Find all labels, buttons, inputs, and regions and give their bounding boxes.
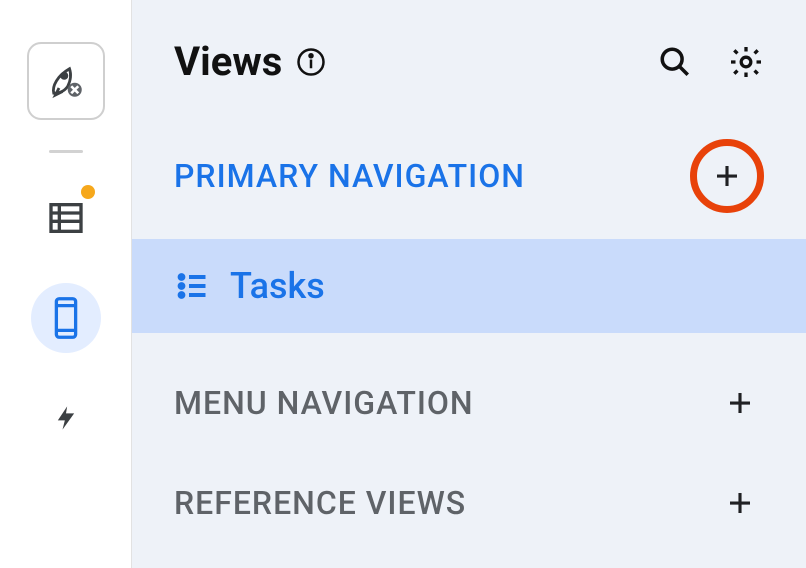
tasks-view-label: Tasks [230, 265, 325, 307]
primary-navigation-section: PRIMARY NAVIGATION [132, 113, 806, 239]
primary-navigation-label: PRIMARY NAVIGATION [174, 157, 525, 195]
bolt-icon [52, 398, 80, 438]
info-icon[interactable] [296, 47, 326, 77]
left-rail [0, 0, 132, 568]
search-icon[interactable] [658, 45, 692, 79]
highlight-circle [690, 139, 764, 213]
views-panel: Views PRIMARY NAVIGATION [132, 0, 806, 568]
rocket-button[interactable] [27, 42, 105, 120]
add-primary-view-button[interactable] [703, 152, 751, 200]
rail-data-button[interactable] [31, 183, 101, 253]
gear-icon[interactable] [728, 44, 764, 80]
panel-title: Views [174, 38, 282, 85]
menu-navigation-section: MENU NAVIGATION [132, 353, 806, 453]
add-menu-view-button[interactable] [716, 379, 764, 427]
phone-icon [49, 296, 83, 340]
data-grid-icon [46, 198, 86, 238]
rocket-icon [45, 60, 87, 102]
reference-views-label: REFERENCE VIEWS [174, 484, 466, 522]
add-reference-view-button[interactable] [716, 479, 764, 527]
list-icon [174, 268, 210, 304]
reference-views-section: REFERENCE VIEWS [132, 453, 806, 553]
tasks-view-item[interactable]: Tasks [132, 239, 806, 333]
rail-views-button[interactable] [31, 283, 101, 353]
rail-divider [49, 150, 83, 153]
menu-navigation-label: MENU NAVIGATION [174, 384, 474, 422]
rail-automation-button[interactable] [31, 383, 101, 453]
panel-header: Views [132, 0, 806, 113]
notification-dot [81, 185, 95, 199]
